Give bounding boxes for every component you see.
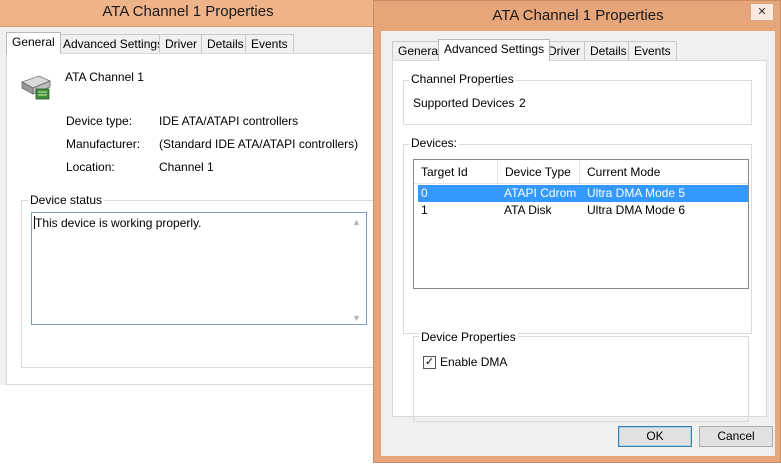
list-row[interactable]: 0 ATAPI Cdrom Ultra DMA Mode 5	[418, 185, 748, 202]
tab-label: General	[398, 44, 441, 58]
tab-advanced-settings[interactable]: Advanced Settings	[438, 39, 551, 61]
tab-events[interactable]: Events	[628, 41, 677, 61]
tab-details[interactable]: Details	[201, 34, 250, 54]
column-header-device-type[interactable]: Device Type	[498, 160, 580, 184]
tab-label: Driver	[548, 44, 580, 58]
scroll-up-icon[interactable]: ▲	[352, 217, 361, 227]
tab-events[interactable]: Events	[245, 34, 294, 54]
properties-window-general: ATA Channel 1 Properties General Advance…	[0, 0, 377, 385]
channel-properties-label: Channel Properties	[409, 72, 516, 86]
manufacturer-label: Manufacturer:	[66, 137, 141, 151]
ok-button[interactable]: OK	[618, 426, 692, 447]
device-properties-group	[413, 336, 749, 422]
device-name: ATA Channel 1	[65, 70, 144, 84]
tab-label: Events	[251, 37, 288, 51]
general-tab-panel: ATA Channel 1 Device type: IDE ATA/ATAPI…	[6, 53, 377, 385]
supported-devices-value: 2	[519, 96, 526, 110]
cancel-button[interactable]: Cancel	[699, 426, 773, 447]
device-type-value: IDE ATA/ATAPI controllers	[159, 114, 299, 128]
close-icon: ✕	[757, 6, 767, 18]
tab-label: Driver	[165, 37, 197, 51]
window-title: ATA Channel 1 Properties	[102, 3, 274, 20]
device-type-cell: ATAPI Cdrom	[504, 186, 577, 200]
column-header-current-mode[interactable]: Current Mode	[580, 160, 748, 184]
current-mode-cell: Ultra DMA Mode 6	[587, 203, 686, 217]
properties-window-advanced: ATA Channel 1 Properties ✕ General Advan…	[373, 0, 781, 463]
target-id-cell: 0	[421, 186, 428, 200]
tab-advanced-settings[interactable]: Advanced Settings	[57, 34, 170, 54]
location-value: Channel 1	[159, 160, 214, 174]
close-button[interactable]: ✕	[750, 3, 774, 21]
current-mode-cell: Ultra DMA Mode 5	[587, 186, 686, 200]
ide-controller-icon	[21, 75, 52, 100]
device-properties-label: Device Properties	[419, 330, 518, 344]
supported-devices-label: Supported Devices	[413, 96, 515, 110]
tab-label: Advanced Settings	[63, 37, 164, 51]
advanced-settings-panel: Channel Properties Supported Devices 2 D…	[392, 60, 767, 422]
device-type-cell: ATA Disk	[504, 203, 552, 217]
column-header-target-id[interactable]: Target Id	[414, 160, 498, 184]
enable-dma-checkbox[interactable]: ✓	[423, 356, 436, 369]
checkmark-icon: ✓	[424, 356, 435, 368]
location-label: Location:	[66, 160, 115, 174]
scroll-down-icon[interactable]: ▼	[352, 313, 361, 323]
tab-driver[interactable]: Driver	[159, 34, 203, 54]
device-type-label: Device type:	[66, 114, 133, 128]
devices-list[interactable]: Target Id Device Type Current Mode 0 ATA…	[413, 159, 749, 289]
tab-label: General	[12, 35, 55, 49]
tab-label: Details	[590, 44, 627, 58]
vertical-scrollbar[interactable]: ▲ ▼	[350, 215, 364, 323]
device-status-text: This device is working properly.	[35, 216, 202, 230]
title-bar[interactable]: ATA Channel 1 Properties	[0, 0, 376, 27]
tab-general[interactable]: General	[6, 32, 61, 54]
tab-details[interactable]: Details	[584, 41, 633, 61]
tab-label: Advanced Settings	[444, 42, 545, 56]
window-title: ATA Channel 1 Properties	[492, 7, 664, 24]
tab-label: Details	[207, 37, 244, 51]
window-client-area: General Advanced Settings Driver Details…	[381, 31, 775, 456]
device-status-textbox[interactable]: This device is working properly. ▲ ▼	[31, 212, 367, 325]
manufacturer-value: (Standard IDE ATA/ATAPI controllers)	[159, 137, 359, 151]
enable-dma-label[interactable]: Enable DMA	[440, 355, 507, 369]
tab-label: Events	[634, 44, 671, 58]
list-header: Target Id Device Type Current Mode	[414, 160, 748, 184]
device-status-label: Device status	[28, 193, 105, 207]
devices-label: Devices:	[409, 136, 460, 150]
list-row[interactable]: 1 ATA Disk Ultra DMA Mode 6	[418, 202, 748, 219]
target-id-cell: 1	[421, 203, 428, 217]
